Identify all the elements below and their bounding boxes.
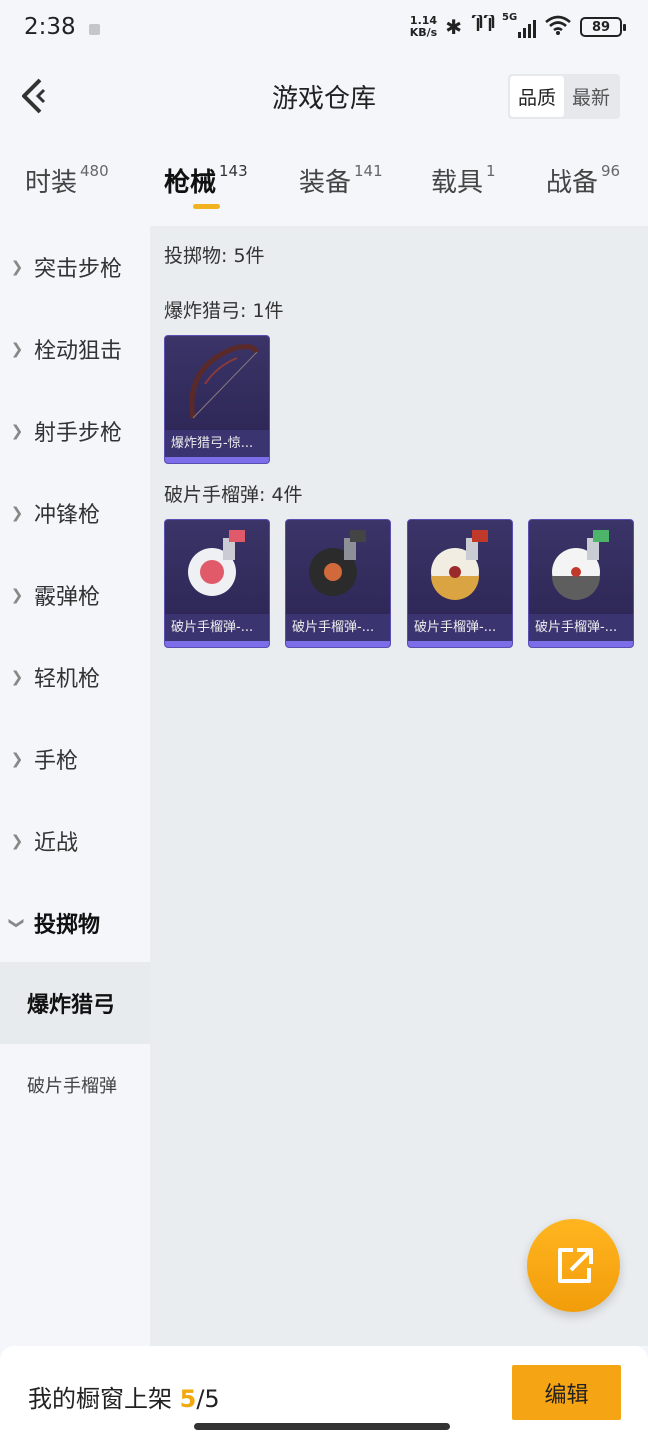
- grenade-icon: [431, 530, 488, 600]
- net-speed-unit: KB/s: [409, 26, 438, 39]
- sidebar-item-label: 投掷物: [34, 913, 101, 938]
- bottom-bar: 我的橱窗上架 5/5 编辑: [0, 1346, 648, 1440]
- sidebar-item-pistol[interactable]: ❯ 手枪: [0, 718, 150, 800]
- sidebar-item-assault-rifle[interactable]: ❯ 突击步枪: [0, 226, 150, 308]
- rarity-bar: [165, 457, 269, 463]
- chevron-right-icon: ❯: [10, 750, 24, 768]
- chevron-right-icon: ❯: [10, 258, 24, 276]
- tab-count: 1: [486, 162, 496, 180]
- item-grid-panel: 投掷物: 5件 爆炸猎弓: 1件 爆炸猎弓-惊... 破片手榴弹: 4件 破片手…: [150, 226, 648, 1346]
- weapon-category-sidebar: ❯ 突击步枪 ❯ 栓动狙击 ❯ 射手步枪 ❯ 冲锋枪 ❯ 霰弹枪 ❯ 轻机枪 ❯ 手枪 ❯ 近战…: [0, 226, 150, 1346]
- rarity-bar: [408, 641, 512, 647]
- app-header: 游戏仓库 品质 最新: [0, 58, 648, 138]
- battery-icon: 89: [580, 17, 626, 37]
- item-card-frag-grenade[interactable]: 破片手榴弹-...: [164, 519, 270, 648]
- earbuds-icon: [470, 12, 496, 40]
- cellular-signal-icon: 5G: [502, 12, 536, 38]
- sidebar-item-lmg[interactable]: ❯ 轻机枪: [0, 636, 150, 718]
- sidebar-item-label: 近战: [34, 831, 79, 856]
- bluetooth-icon: ✱: [445, 15, 462, 39]
- chevron-right-icon: ❯: [10, 832, 24, 850]
- showcase-label: 我的橱窗上架: [28, 1385, 172, 1413]
- share-button[interactable]: [527, 1219, 620, 1312]
- sidebar-item-marksman-rifle[interactable]: ❯ 射手步枪: [0, 390, 150, 472]
- status-bar: 2:38 1.14 KB/s ✱ 5G 89: [0, 0, 648, 58]
- tab-label: 时装: [25, 168, 78, 198]
- sidebar-item-label: 冲锋枪: [34, 503, 101, 528]
- sidebar-item-label: 栓动狙击: [34, 339, 123, 364]
- status-time: 2:38: [24, 14, 76, 40]
- grenade-icon: [188, 530, 245, 596]
- tab-label: 枪械: [164, 168, 217, 198]
- net-speed: 1.14 KB/s: [410, 15, 437, 39]
- sidebar-subitem-frag-grenade[interactable]: 破片手榴弹: [0, 1044, 150, 1126]
- tab-label: 载具: [431, 168, 484, 198]
- wifi-icon: [544, 14, 572, 40]
- home-indicator[interactable]: [194, 1423, 450, 1430]
- status-icons: 1.14 KB/s ✱ 5G 89: [410, 12, 626, 40]
- chevron-right-icon: ❯: [10, 504, 24, 522]
- item-card-frag-grenade[interactable]: 破片手榴弹-...: [528, 519, 634, 648]
- sort-toggle: 品质 最新: [507, 74, 620, 119]
- showcase-total: /5: [196, 1385, 220, 1413]
- sidebar-item-smg[interactable]: ❯ 冲锋枪: [0, 472, 150, 554]
- item-name: 爆炸猎弓-惊...: [165, 430, 269, 457]
- item-card-frag-grenade[interactable]: 破片手榴弹-...: [285, 519, 391, 648]
- sort-quality-button[interactable]: 品质: [509, 76, 564, 117]
- throwables-summary: 投掷物: 5件: [164, 245, 265, 267]
- sidebar-item-label: 射手步枪: [34, 421, 123, 446]
- item-name: 破片手榴弹-...: [286, 614, 390, 641]
- rarity-bar: [529, 641, 633, 647]
- rarity-bar: [165, 641, 269, 647]
- category-tabs: 时装 480 枪械 143 装备 141 载具 1 战备 96: [0, 138, 648, 226]
- sidebar-item-melee[interactable]: ❯ 近战: [0, 800, 150, 882]
- sidebar-item-shotgun[interactable]: ❯ 霰弹枪: [0, 554, 150, 636]
- tab-firearms[interactable]: 枪械 143: [164, 162, 248, 199]
- tab-label: 战备: [546, 168, 599, 198]
- tab-fashion[interactable]: 时装 480: [25, 162, 109, 199]
- rarity-bar: [286, 641, 390, 647]
- chevron-right-icon: ❯: [10, 422, 24, 440]
- sidebar-item-label: 霰弹枪: [34, 585, 101, 610]
- sidebar-item-label: 轻机枪: [34, 667, 101, 692]
- chevron-right-icon: ❯: [10, 340, 24, 358]
- sidebar-item-label: 手枪: [34, 749, 79, 774]
- section-title-frag-grenade: 破片手榴弹: 4件: [164, 484, 303, 506]
- tab-supplies[interactable]: 战备 96: [546, 162, 620, 199]
- grenade-icon: [309, 530, 366, 596]
- showcase-count: 我的橱窗上架 5/5: [28, 1379, 220, 1414]
- chevron-right-icon: ❯: [10, 668, 24, 686]
- signal-label: 5G: [502, 12, 518, 23]
- item-name: 破片手榴弹-...: [165, 614, 269, 641]
- chevron-down-icon: ❯: [8, 916, 26, 930]
- edit-button[interactable]: 编辑: [512, 1365, 621, 1420]
- item-name: 破片手榴弹-...: [408, 614, 512, 641]
- tab-count: 143: [219, 162, 248, 180]
- sidebar-item-label: 突击步枪: [34, 257, 123, 282]
- notification-dot-icon: [89, 24, 100, 35]
- sidebar-subitem-explosive-bow[interactable]: 爆炸猎弓: [0, 962, 150, 1044]
- tab-count: 141: [354, 162, 383, 180]
- sidebar-item-bolt-sniper[interactable]: ❯ 栓动狙击: [0, 308, 150, 390]
- sidebar-item-throwables[interactable]: ❯ 投掷物: [0, 882, 150, 964]
- tab-count: 96: [601, 162, 621, 180]
- tab-label: 装备: [299, 168, 352, 198]
- share-icon: [558, 1248, 593, 1283]
- item-card-explosive-bow[interactable]: 爆炸猎弓-惊...: [164, 335, 270, 464]
- tab-vehicles[interactable]: 载具 1: [431, 162, 496, 199]
- sort-newest-button[interactable]: 最新: [564, 76, 618, 117]
- section-title-explosive-bow: 爆炸猎弓: 1件: [164, 300, 284, 322]
- tab-count: 480: [80, 162, 109, 180]
- chevron-right-icon: ❯: [10, 586, 24, 604]
- active-tab-indicator: [193, 204, 220, 209]
- item-card-frag-grenade[interactable]: 破片手榴弹-...: [407, 519, 513, 648]
- bow-icon: [189, 344, 260, 419]
- grenade-icon: [552, 530, 609, 600]
- item-name: 破片手榴弹-...: [529, 614, 633, 641]
- tab-equipment[interactable]: 装备 141: [299, 162, 383, 199]
- showcase-current: 5: [179, 1385, 197, 1413]
